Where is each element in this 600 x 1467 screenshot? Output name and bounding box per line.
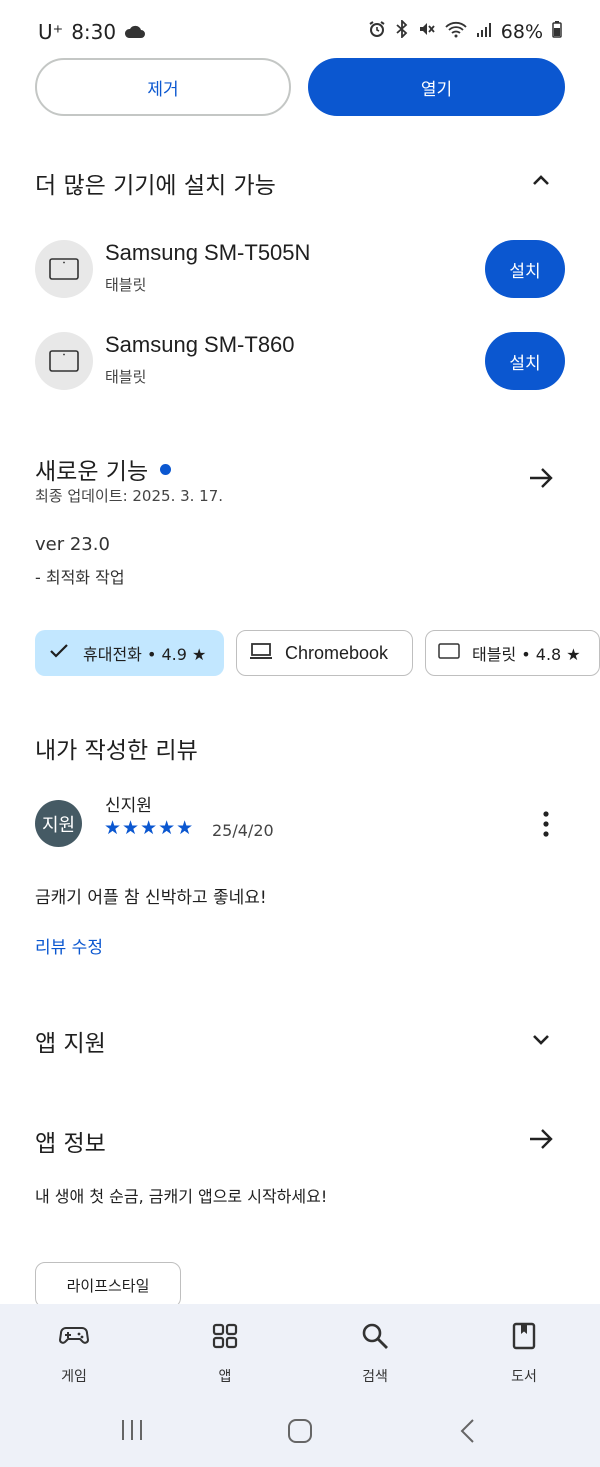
category-chip[interactable]: 라이프스타일: [35, 1262, 181, 1308]
cloud-icon: [124, 20, 146, 44]
chip-tablet[interactable]: 태블릿 • 4.8 ★: [425, 630, 600, 676]
chevron-up-icon[interactable]: [528, 168, 554, 194]
review-text: 금캐기 어플 참 신박하고 좋네요!: [35, 888, 267, 908]
status-bar: U⁺ 8:30 68%: [0, 0, 600, 62]
search-icon: [325, 1318, 425, 1354]
nav-label: 게임: [61, 1369, 87, 1385]
device-type: 태블릿: [105, 276, 147, 294]
install-button[interactable]: 설치: [485, 332, 565, 390]
last-updated: 최종 업데이트: 2025. 3. 17.: [35, 487, 224, 505]
whats-new-title: 새로운 기능: [35, 459, 149, 485]
battery-percent: 68%: [500, 20, 543, 43]
review-date: 25/4/20: [212, 821, 274, 840]
carrier-label: U⁺: [38, 20, 64, 44]
back-button[interactable]: [458, 1418, 478, 1444]
device-row: Samsung SM-T860 태블릿 설치: [35, 332, 565, 392]
device-type: 태블릿: [105, 368, 147, 386]
gamepad-icon: [24, 1318, 124, 1354]
mute-icon: [418, 20, 436, 43]
tablet-icon: [35, 240, 93, 298]
app-support-title[interactable]: 앱 지원: [35, 1024, 106, 1058]
check-icon: [49, 643, 69, 663]
open-button-label: 열기: [420, 79, 453, 100]
arrow-right-icon[interactable]: [527, 464, 555, 492]
app-description: 내 생애 첫 순금, 금캐기 앱으로 시작하세요!: [35, 1187, 328, 1206]
install-button-label: 설치: [509, 261, 541, 282]
remove-button-label: 제거: [147, 79, 179, 100]
tablet-icon: [35, 332, 93, 390]
battery-icon: [552, 20, 562, 43]
nav-item-apps[interactable]: 앱: [175, 1318, 275, 1386]
nav-item-books[interactable]: 도서: [474, 1318, 574, 1386]
clock: 8:30: [71, 20, 117, 44]
install-button-label: 설치: [509, 353, 541, 374]
alarm-icon: [368, 20, 386, 43]
remove-button[interactable]: 제거: [35, 58, 291, 116]
avatar-text: 지원: [41, 814, 76, 836]
nav-item-search[interactable]: 검색: [325, 1318, 425, 1386]
arrow-right-icon[interactable]: [527, 1125, 555, 1153]
reviewer-name: 신지원: [105, 796, 152, 816]
app-info-title[interactable]: 앱 정보: [35, 1124, 106, 1158]
device-name: Samsung SM-T505N: [105, 240, 311, 265]
whats-new-header[interactable]: 새로운 기능: [35, 452, 172, 486]
chevron-down-icon[interactable]: [528, 1026, 554, 1052]
tablet-icon: [438, 643, 460, 663]
wifi-icon: [445, 20, 467, 43]
nav-label: 앱: [218, 1369, 232, 1385]
release-notes: - 최적화 작업: [35, 568, 125, 587]
chip-phone-label: 휴대전화 • 4.9 ★: [83, 645, 207, 664]
bottom-navigation: 게임 앱 검색 도서: [0, 1304, 600, 1467]
laptop-icon: [249, 642, 273, 664]
home-button[interactable]: [287, 1418, 313, 1444]
bluetooth-icon: [395, 18, 409, 43]
device-row: Samsung SM-T505N 태블릿 설치: [35, 240, 565, 300]
install-button[interactable]: 설치: [485, 240, 565, 298]
open-button[interactable]: 열기: [308, 58, 565, 116]
chip-chromebook[interactable]: Chromebook: [236, 630, 413, 676]
nav-label: 도서: [511, 1369, 537, 1385]
my-review-title: 내가 작성한 리뷰: [35, 738, 198, 764]
chip-tablet-label: 태블릿 • 4.8 ★: [472, 645, 581, 664]
more-options-icon[interactable]: [536, 810, 556, 838]
book-icon: [474, 1318, 574, 1354]
new-dot-indicator: [160, 463, 172, 475]
recent-apps-button[interactable]: [118, 1418, 146, 1442]
more-devices-title: 더 많은 기기에 설치 가능: [35, 173, 276, 199]
chip-chromebook-label: Chromebook: [285, 642, 389, 663]
device-name: Samsung SM-T860: [105, 332, 295, 357]
chip-phone[interactable]: 휴대전화 • 4.9 ★: [35, 630, 224, 676]
star-rating: ★★★★★: [104, 817, 195, 839]
signal-icon: [476, 21, 492, 43]
version-text: ver 23.0: [35, 534, 110, 555]
avatar: 지원: [35, 800, 82, 847]
edit-review-link[interactable]: 리뷰 수정: [35, 933, 103, 958]
category-chip-label: 라이프스타일: [66, 1276, 150, 1295]
nav-label: 검색: [362, 1369, 388, 1385]
apps-grid-icon: [175, 1318, 275, 1354]
nav-item-games[interactable]: 게임: [24, 1318, 124, 1386]
